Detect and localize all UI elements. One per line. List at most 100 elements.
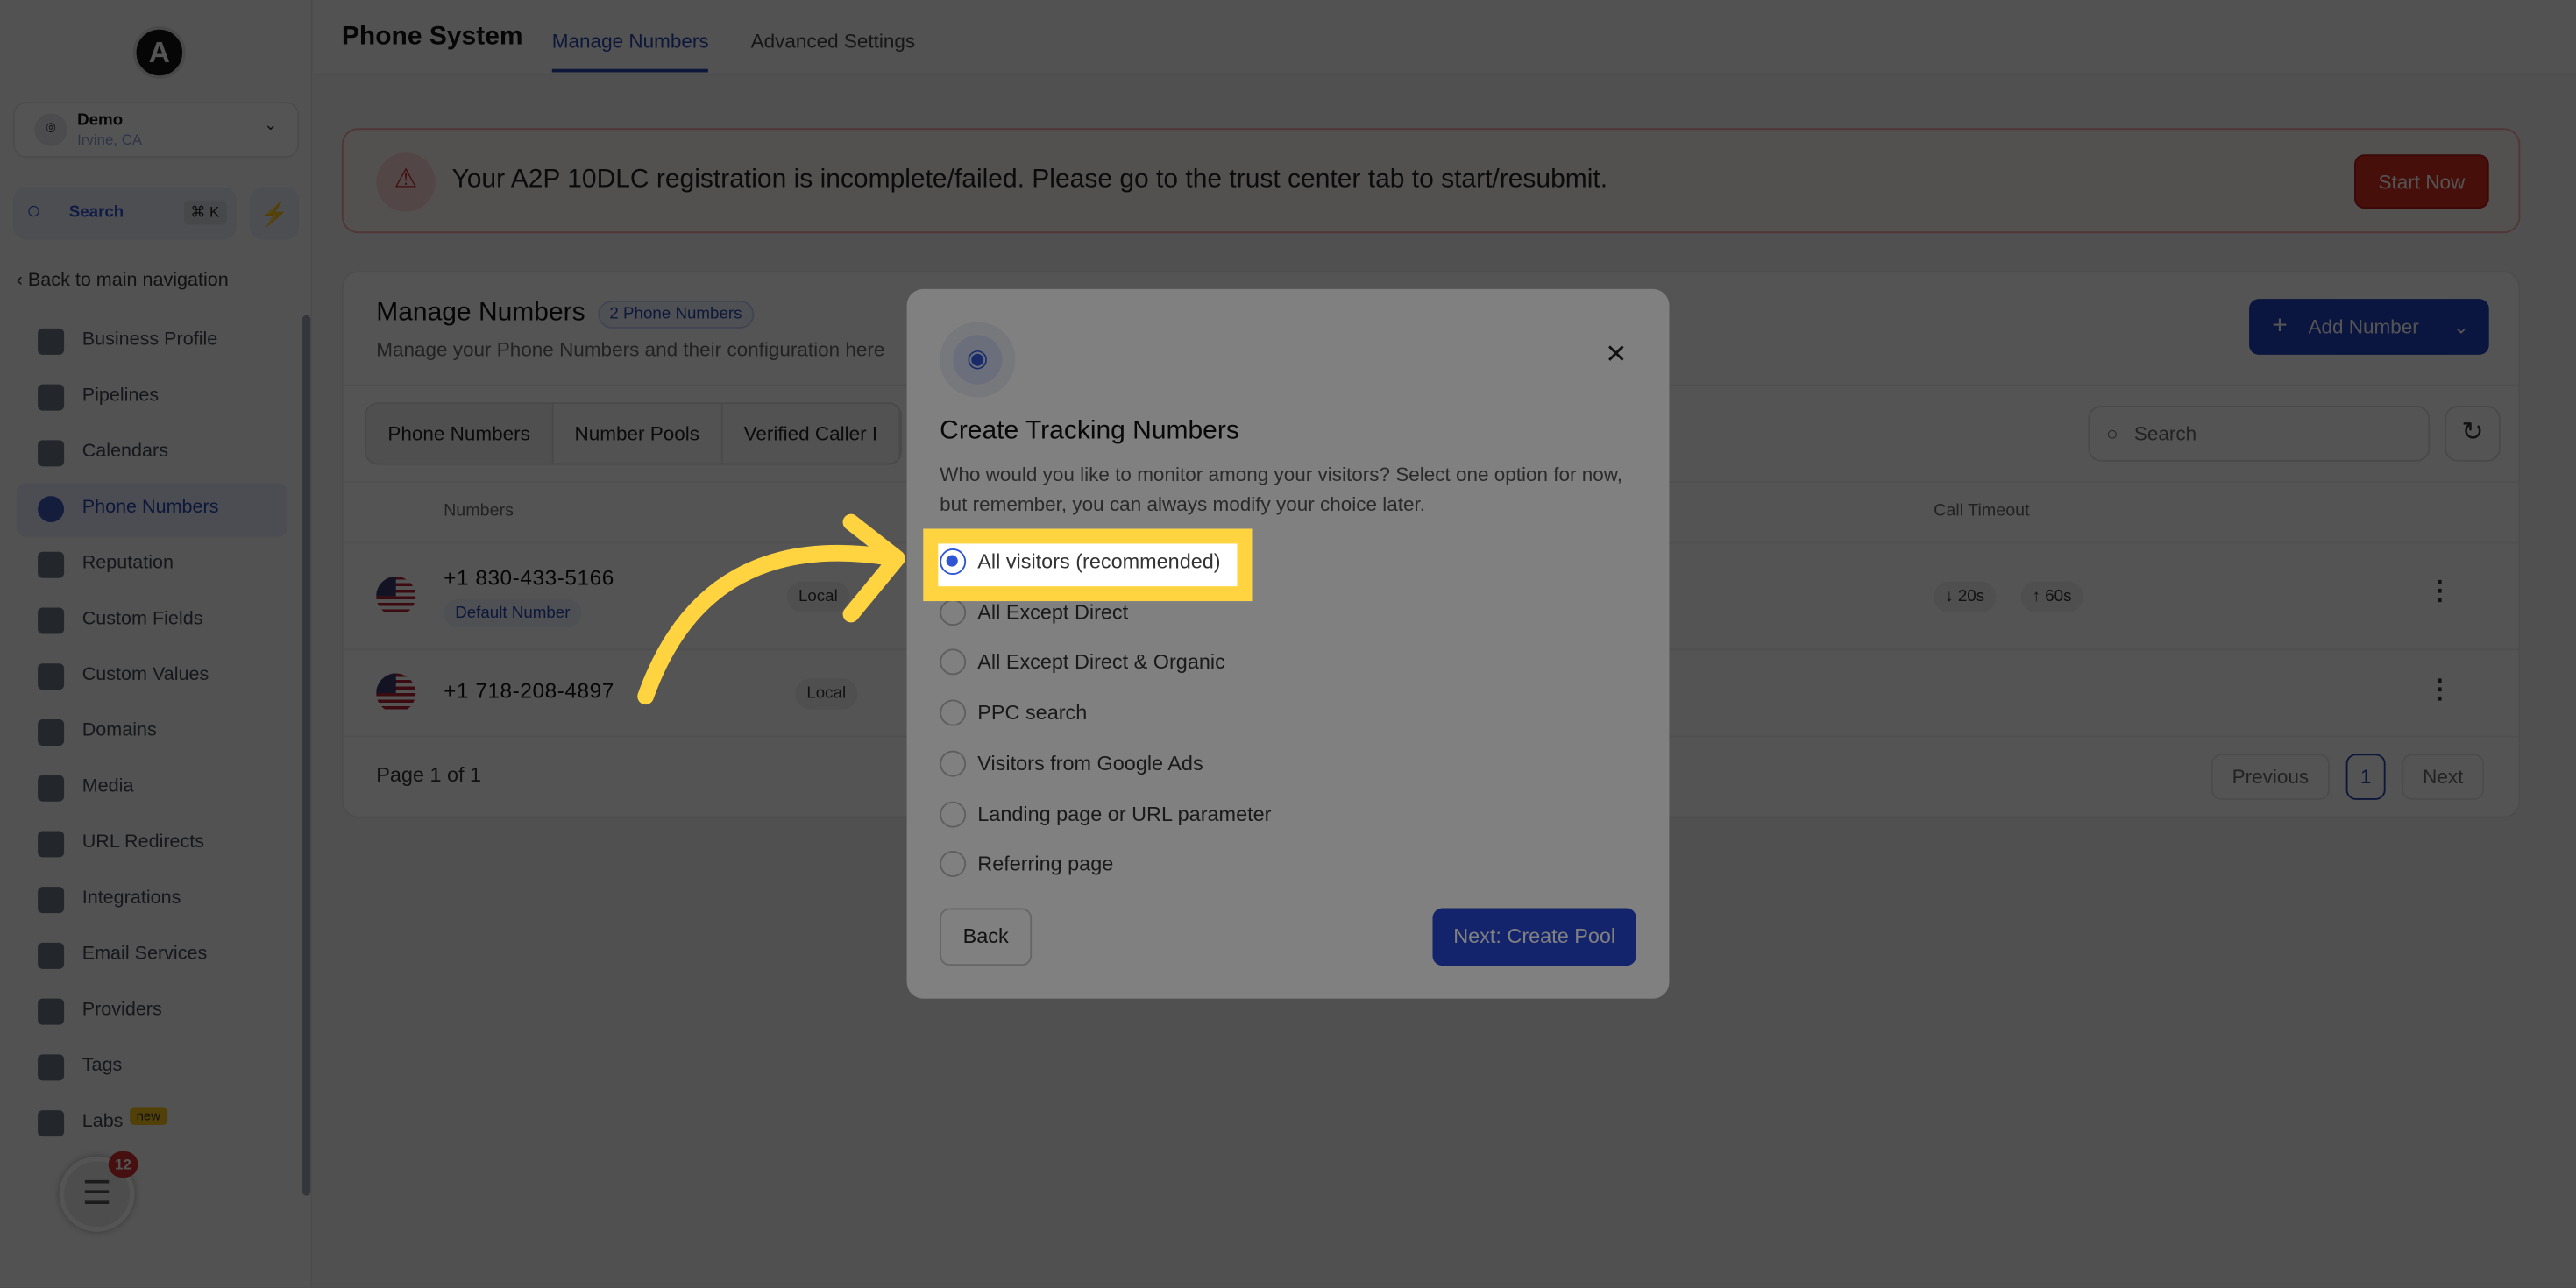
radio-button[interactable] [940,649,967,676]
location-pin-icon: ⌾ [34,113,67,146]
sidebar-item-domains[interactable]: Domains [17,706,287,761]
location-city: Irvine, CA [77,131,143,148]
sidebar-item-calendars[interactable]: Calendars [17,427,287,481]
refresh-button[interactable]: ↻ [2445,405,2501,462]
modal-dimmed-content: ◉ ✕ Create Tracking Numbers Who would yo… [906,288,1670,999]
sidebar-item-label: Business Profile [82,329,218,350]
sidebar-scrollbar[interactable] [302,315,311,1196]
number-tabs: Phone Numbers Number Pools Verified Call… [365,402,903,465]
number-type-badge: Local [795,678,858,710]
sidebar-item-label: Labs [82,1111,124,1132]
tab-phone-numbers[interactable]: Phone Numbers [365,404,554,464]
sidebar-item-label: Tags [82,1056,123,1076]
a2p-alert-banner: ⚠ Your A2P 10DLC registration is incompl… [341,128,2521,234]
modal-title: Create Tracking Numbers [940,417,1239,445]
page-1-button[interactable]: 1 [2345,754,2386,800]
sidebar-item-label: Integrations [82,888,181,909]
chevron-down-icon[interactable]: ⌄ [2452,299,2469,355]
tab-number-pools[interactable]: Number Pools [553,404,723,464]
sidebar-item-business-profile[interactable]: Business Profile [17,315,287,370]
chevron-down-icon: ⌄ [264,117,278,135]
providers-icon [38,998,65,1025]
refresh-icon: ↻ [2461,418,2484,447]
sidebar: A ⌾ Demo Irvine, CA ⌄ ○ Search ⌘ K ⚡ ‹ B… [0,0,313,1288]
broadcast-icon: ◉ [953,335,1003,385]
sidebar-item-label: Email Services [82,944,208,965]
add-number-label: Add Number [2308,315,2419,339]
values-icon [38,663,65,690]
sidebar-item-tags[interactable]: Tags [17,1041,287,1095]
briefcase-icon [38,328,65,355]
radio-button[interactable] [940,750,967,777]
option-label: Landing page or URL parameter [977,802,1272,825]
sidebar-item-media[interactable]: Media [17,762,287,817]
radio-button[interactable] [940,699,967,726]
previous-button[interactable]: Previous [2211,754,2330,800]
radio-button[interactable] [940,548,967,576]
tracking-icon-wrap: ◉ [940,322,1016,398]
radio-button[interactable] [940,851,967,878]
default-number-badge: Default Number [444,599,582,628]
warning-icon: ⚠ [376,152,436,212]
labs-new-badge: new [130,1107,167,1125]
page-indicator: Page 1 of 1 [376,763,482,787]
sidebar-item-phone-numbers[interactable]: Phone Numbers [16,483,288,537]
tab-verified-caller-id[interactable]: Verified Caller I [722,404,901,464]
sidebar-item-email-services[interactable]: Email Services [17,930,287,984]
sidebar-item-label: Custom Fields [82,609,203,629]
sidebar-item-label: Calendars [82,442,168,462]
radio-button[interactable] [940,598,967,626]
redirect-icon [38,831,65,858]
tab-manage-numbers[interactable]: Manage Numbers [551,30,709,73]
search-icon: ○ [2105,421,2118,445]
tab-advanced-settings[interactable]: Advanced Settings [751,30,916,53]
alert-text: Your A2P 10DLC registration is incomplet… [451,166,1608,195]
plus-icon: + [2272,312,2288,341]
sidebar-item-custom-fields[interactable]: Custom Fields [17,595,287,649]
back-button[interactable]: Back [940,908,1033,966]
sidebar-item-integrations[interactable]: Integrations [17,874,287,928]
option-label: All Except Direct [977,600,1129,624]
us-flag-icon [376,576,416,616]
star-icon [38,551,65,578]
sidebar-item-label: Phone Numbers [82,497,219,518]
back-to-main-navigation[interactable]: ‹ Back to main navigation [17,271,229,290]
quick-actions-button[interactable]: ⚡ [249,187,300,240]
location-switcher[interactable]: ⌾ Demo Irvine, CA ⌄ [12,102,300,158]
modal-description: Who would you like to monitor among your… [940,463,1623,516]
integrations-icon [38,887,65,914]
option-label: All visitors (recommended) [977,549,1221,574]
phone-number: +1 830-433-5166 [444,564,614,590]
phone-icon [38,496,65,523]
phone-count-badge: 2 Phone Numbers [598,301,754,329]
next-button[interactable]: Next [2402,754,2485,800]
sidebar-item-providers[interactable]: Providers [17,986,287,1040]
sidebar-item-label: Media [82,776,134,797]
fields-icon [38,607,65,634]
search-shortcut: ⌘ K [183,200,226,225]
sidebar-item-label: Custom Values [82,665,209,685]
column-header-call-timeout: Call Timeout [1934,500,2030,521]
row-menu-icon[interactable]: ⋮ [2426,575,2452,607]
sidebar-item-url-redirects[interactable]: URL Redirects [17,817,287,872]
sidebar-search-button[interactable]: ○ Search ⌘ K [12,187,237,240]
row-menu-icon[interactable]: ⋮ [2426,674,2452,706]
location-name: Demo [77,111,124,131]
sidebar-item-label: Reputation [82,553,174,574]
sidebar-item-custom-values[interactable]: Custom Values [17,650,287,704]
us-flag-icon [376,673,416,713]
sidebar-item-label: Domains [82,720,157,741]
close-icon[interactable]: ✕ [1605,338,1627,371]
next-create-pool-button[interactable]: Next: Create Pool [1432,908,1636,966]
top-header: Phone System Manage Numbers Advanced Set… [314,0,2576,76]
create-tracking-numbers-modal: ◉ ✕ Create Tracking Numbers Who would yo… [906,288,1670,999]
sidebar-item-reputation[interactable]: Reputation [17,539,287,593]
add-number-button[interactable]: + Add Number ⌄ [2249,299,2489,355]
timeout-out: 60s [2045,588,2072,606]
start-now-button[interactable]: Start Now [2354,154,2489,209]
numbers-search-input[interactable]: ○ Search [2088,405,2431,462]
radio-button[interactable] [940,800,967,827]
sidebar-item-pipelines[interactable]: Pipelines [17,372,287,426]
sidebar-item-label: Providers [82,1000,162,1021]
arrow-down-icon: ↓ [1945,588,1958,606]
